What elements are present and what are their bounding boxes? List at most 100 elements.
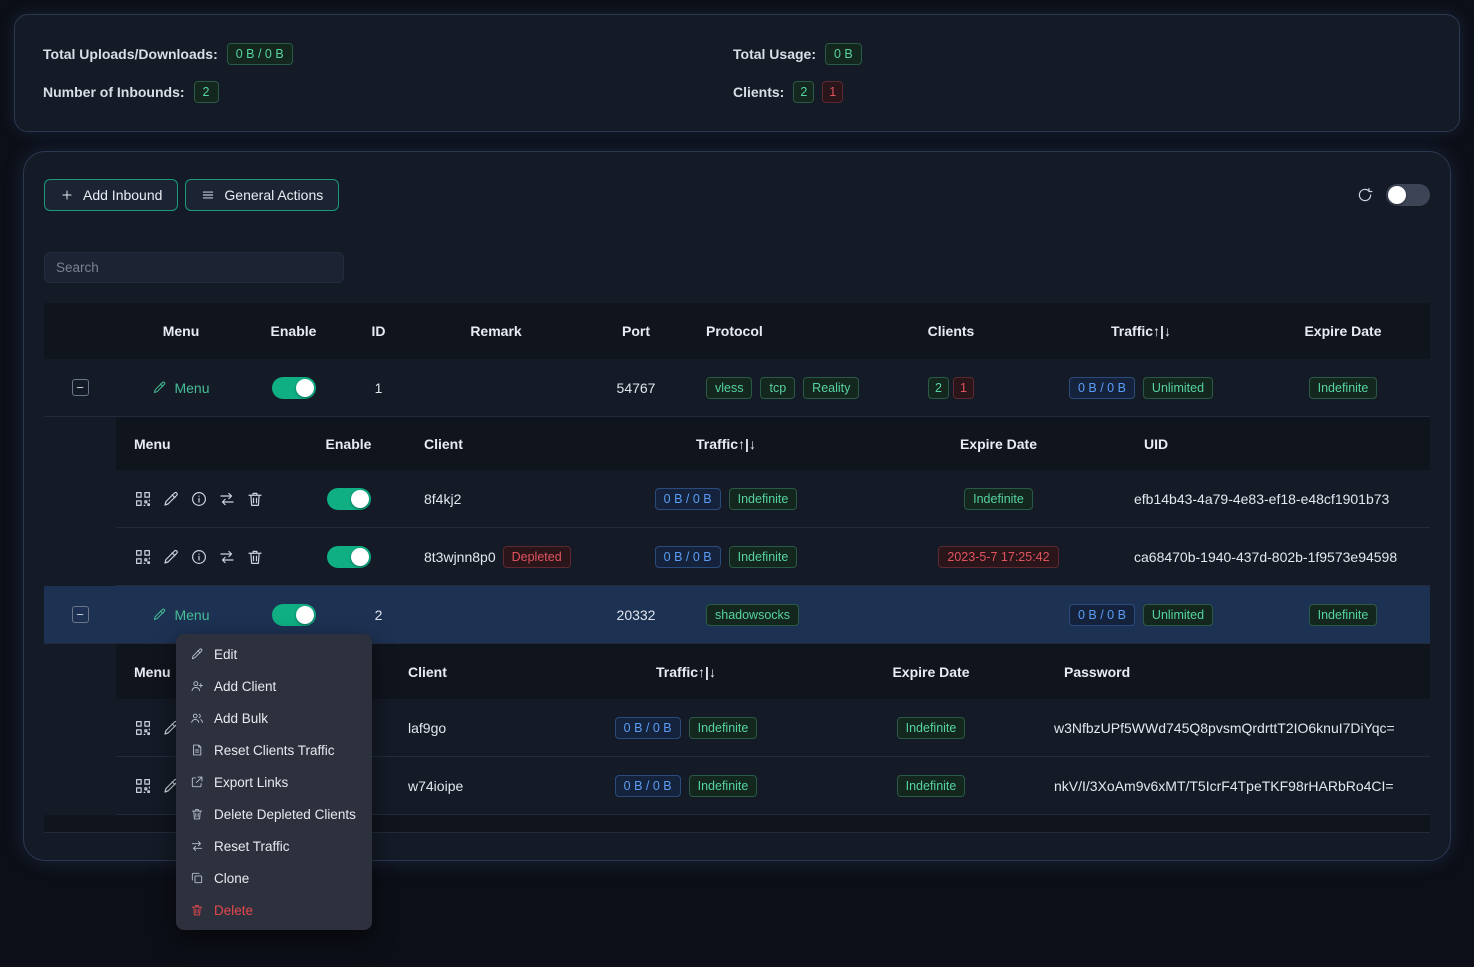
col-header-password: Password: [1046, 664, 1430, 680]
client-table-inbound-1: Menu Enable Client Traffic↑|↓ Expire Dat…: [116, 417, 1430, 586]
inbound-id: 2: [341, 607, 416, 623]
col-header-port: Port: [576, 323, 696, 339]
inbound-row-1[interactable]: Menu 1 54767 vless tcp Reality 2 1 0 B /…: [44, 359, 1430, 417]
traffic-limit-badge: Indefinite: [729, 488, 798, 510]
traffic-badge: 0 B / 0 B: [615, 775, 681, 797]
col-header-uid: UID: [1126, 436, 1430, 452]
inbound-table-header: Menu Enable ID Remark Port Protocol Clie…: [44, 303, 1430, 359]
inbound-menu-button[interactable]: Menu: [152, 607, 209, 623]
inbound-menu-button[interactable]: Menu: [152, 380, 209, 396]
qr-code-icon[interactable]: [134, 548, 152, 566]
inbound-protocol-tags: vless tcp Reality: [696, 377, 876, 399]
clients-depleted-badge: 1: [953, 377, 974, 399]
stat-value-badge: 0 B / 0 B: [227, 43, 293, 65]
expire-badge: 2023-5-7 17:25:42: [938, 546, 1058, 568]
inbounds-panel: Add Inbound General Actions Menu Enable …: [23, 151, 1451, 861]
expire-badge: Indefinite: [1309, 604, 1378, 626]
delete-client-icon[interactable]: [246, 490, 264, 508]
client-enable-toggle[interactable]: [327, 546, 371, 568]
info-icon[interactable]: [190, 548, 208, 566]
menu-item-add-bulk[interactable]: Add Bulk: [176, 702, 372, 734]
qr-code-icon[interactable]: [134, 719, 152, 737]
traffic-limit-badge: Indefinite: [729, 546, 798, 568]
col-header-remark: Remark: [416, 323, 576, 339]
client-traffic: 0 B / 0 B Indefinite: [581, 488, 871, 510]
client-traffic: 0 B / 0 B Indefinite: [581, 546, 871, 568]
inbound-traffic: 0 B / 0 B Unlimited: [1026, 377, 1256, 399]
menu-item-delete[interactable]: Delete: [176, 894, 372, 926]
edit-client-icon[interactable]: [162, 548, 180, 566]
col-header-expire: Expire Date: [871, 436, 1126, 452]
col-header-expire: Expire Date: [1256, 323, 1430, 339]
client-row: 8f4kj2 0 B / 0 B Indefinite Indefinite e…: [116, 470, 1430, 528]
col-header-traffic-sort[interactable]: Traffic↑|↓: [581, 436, 871, 452]
inbound-expire: Indefinite: [1256, 377, 1430, 399]
inbound-port: 54767: [576, 380, 696, 396]
menu-item-label: Delete Depleted Clients: [214, 807, 356, 822]
expire-badge: Indefinite: [897, 775, 966, 797]
client-expire: Indefinite: [871, 488, 1126, 510]
delete-client-icon[interactable]: [246, 548, 264, 566]
search-input[interactable]: [44, 252, 344, 283]
menu-item-add-client[interactable]: Add Client: [176, 670, 372, 702]
clients-active-badge: 2: [793, 81, 814, 103]
inbound-protocol-tags: shadowsocks: [696, 604, 876, 626]
menu-item-clone[interactable]: Clone: [176, 862, 372, 894]
client-table-header: Menu Enable Client Traffic↑|↓ Expire Dat…: [116, 417, 1430, 470]
menu-item-export-links[interactable]: Export Links: [176, 766, 372, 798]
menu-bars-icon: [201, 188, 215, 202]
menu-item-label: Export Links: [214, 775, 288, 790]
inbound-id: 1: [341, 380, 416, 396]
collapse-row-button[interactable]: [72, 606, 89, 623]
user-add-icon: [190, 679, 204, 693]
pencil-icon: [152, 607, 167, 622]
col-header-id: ID: [341, 323, 416, 339]
expire-badge: Indefinite: [964, 488, 1033, 510]
qr-code-icon[interactable]: [134, 777, 152, 795]
transfer-icon: [190, 839, 204, 853]
menu-item-edit[interactable]: Edit: [176, 638, 372, 670]
client-name: laf9go: [396, 720, 556, 736]
info-icon[interactable]: [190, 490, 208, 508]
col-header-traffic-sort[interactable]: Traffic↑|↓: [556, 664, 816, 680]
expire-badge: Indefinite: [897, 717, 966, 739]
toolbar: Add Inbound General Actions: [44, 179, 1430, 211]
general-actions-button[interactable]: General Actions: [185, 179, 339, 211]
inbound-context-menu: Edit Add Client Add Bulk Reset Clients T…: [176, 634, 372, 930]
menu-item-label: Edit: [214, 647, 237, 662]
client-expire: 2023-5-7 17:25:42: [871, 546, 1126, 568]
menu-item-reset-clients-traffic[interactable]: Reset Clients Traffic: [176, 734, 372, 766]
client-enable-toggle[interactable]: [327, 488, 371, 510]
traffic-badge: 0 B / 0 B: [655, 546, 721, 568]
stat-label: Total Usage:: [733, 46, 816, 62]
qr-code-icon[interactable]: [134, 490, 152, 508]
col-header-traffic-sort[interactable]: Traffic↑|↓: [1026, 323, 1256, 339]
stat-total-usage: Total Usage: 0 B: [733, 43, 1431, 65]
clients-depleted-badge: 1: [822, 81, 843, 103]
traffic-limit-badge: Unlimited: [1143, 377, 1213, 399]
collapse-row-button[interactable]: [72, 379, 89, 396]
inbound-enable-toggle[interactable]: [272, 377, 316, 399]
pencil-icon: [190, 647, 204, 661]
reset-client-traffic-icon[interactable]: [218, 548, 236, 566]
menu-item-label: Clone: [214, 871, 249, 886]
col-header-client: Client: [396, 664, 556, 680]
reset-client-traffic-icon[interactable]: [218, 490, 236, 508]
inbound-enable-toggle[interactable]: [272, 604, 316, 626]
client-name: 8f4kj2: [396, 491, 581, 507]
auto-refresh-toggle[interactable]: [1386, 184, 1430, 206]
inbound-menu-label: Menu: [174, 380, 209, 396]
menu-item-delete-depleted-clients[interactable]: Delete Depleted Clients: [176, 798, 372, 830]
add-inbound-button[interactable]: Add Inbound: [44, 179, 178, 211]
menu-item-label: Add Client: [214, 679, 276, 694]
stat-clients: Clients: 2 1: [733, 81, 1431, 103]
client-name: 8t3wjnn8p0: [424, 549, 496, 565]
col-header-enable: Enable: [246, 323, 341, 339]
inbound-expire: Indefinite: [1256, 604, 1430, 626]
client-name: w74ioipe: [396, 778, 556, 794]
edit-client-icon[interactable]: [162, 490, 180, 508]
refresh-icon[interactable]: [1356, 186, 1374, 204]
col-header-protocol: Protocol: [696, 323, 876, 339]
menu-item-reset-traffic[interactable]: Reset Traffic: [176, 830, 372, 862]
client-row: 8t3wjnn8p0 Depleted 0 B / 0 B Indefinite…: [116, 528, 1430, 586]
